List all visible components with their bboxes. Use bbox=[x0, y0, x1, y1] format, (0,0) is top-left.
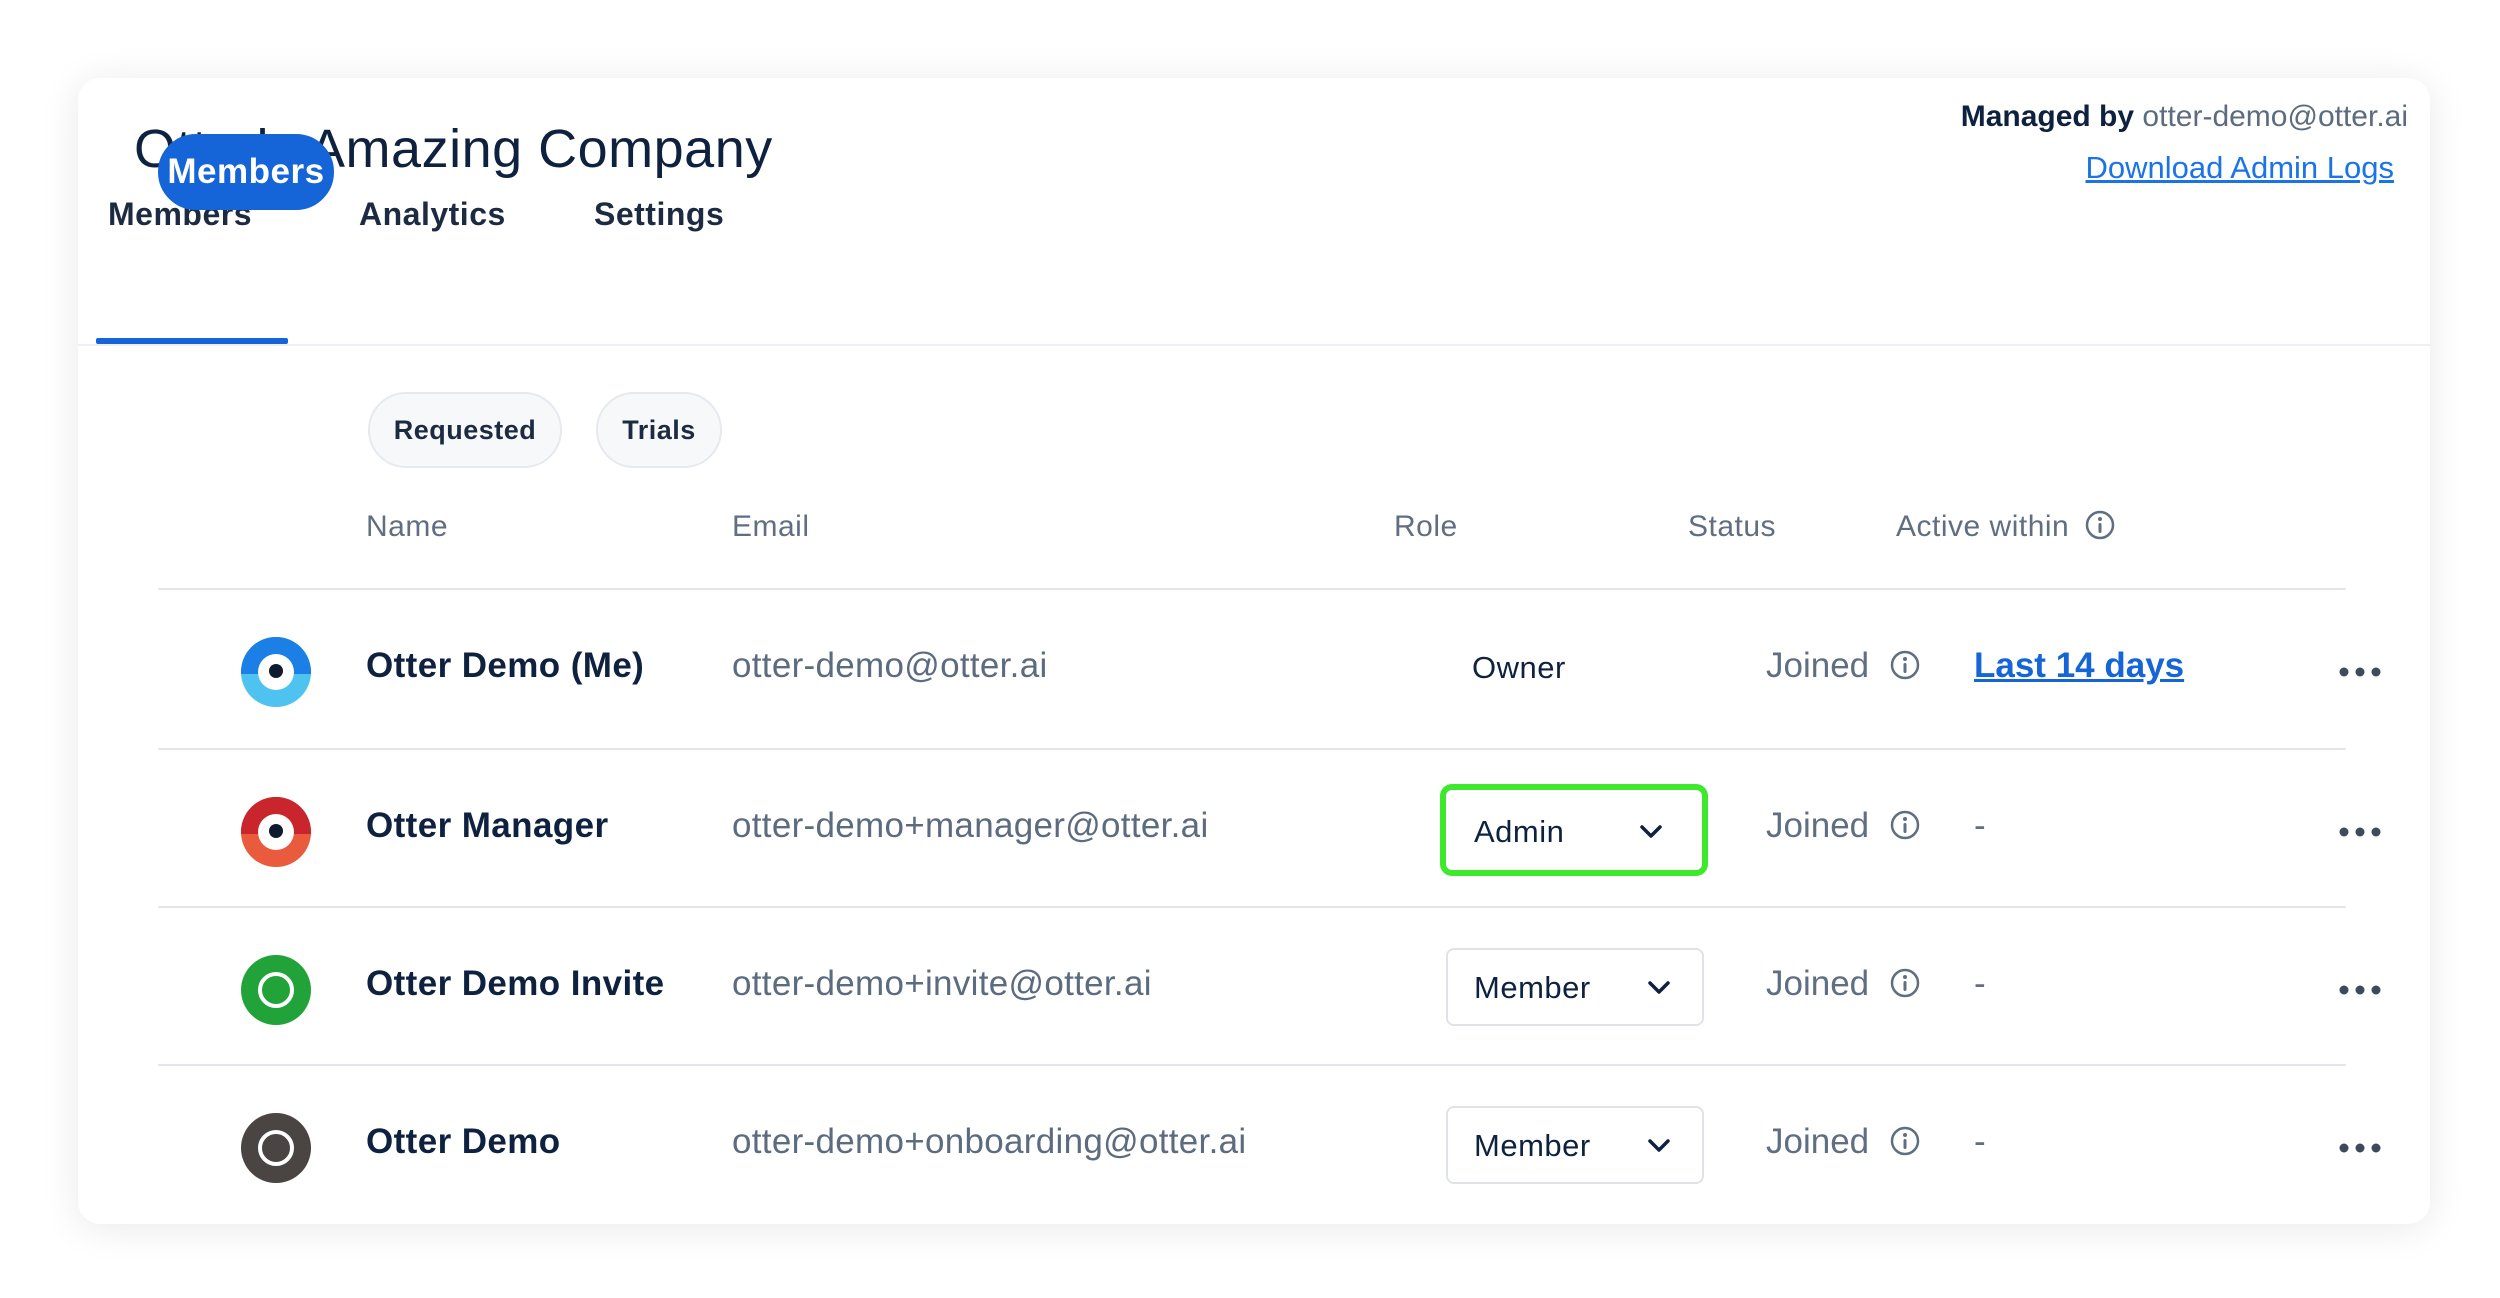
member-name: Otter Demo (Me) bbox=[366, 646, 645, 685]
filter-members-pill[interactable]: Members bbox=[158, 134, 334, 210]
role-dropdown[interactable]: Admin bbox=[1440, 784, 1708, 876]
member-name: Otter Manager bbox=[366, 806, 609, 845]
member-status-label: Joined bbox=[1766, 964, 1870, 1003]
member-role: Owner bbox=[1472, 650, 1566, 685]
active-tab-indicator bbox=[96, 338, 288, 344]
member-status: Joined bbox=[1766, 1122, 1921, 1162]
more-options-icon[interactable] bbox=[2336, 812, 2384, 852]
member-status-label: Joined bbox=[1766, 1122, 1870, 1161]
table-row: Otter Demo Invite otter-demo+invite@otte… bbox=[158, 908, 2381, 1066]
active-within-value: - bbox=[1974, 964, 1986, 1003]
table-row: Otter Manager otter-demo+manager@otter.a… bbox=[158, 750, 2381, 908]
table-row: Otter Demo otter-demo+onboarding@otter.a… bbox=[158, 1066, 2381, 1224]
role-dropdown-value: Member bbox=[1474, 1128, 1591, 1163]
tab-analytics-label: Analytics bbox=[359, 196, 506, 232]
more-options-icon[interactable] bbox=[2336, 652, 2384, 692]
column-header-role[interactable]: Role bbox=[1394, 510, 1458, 544]
column-header-name[interactable]: Name bbox=[366, 510, 448, 544]
blue-otter-avatar bbox=[241, 637, 311, 707]
member-email: otter-demo+manager@otter.ai bbox=[732, 806, 1209, 845]
info-icon[interactable] bbox=[1889, 649, 1921, 681]
download-admin-logs-link[interactable]: Download Admin Logs bbox=[2086, 150, 2394, 186]
active-within-label: Active within bbox=[1896, 510, 2070, 543]
member-name: Otter Demo bbox=[366, 1122, 561, 1161]
tab-settings-label: Settings bbox=[594, 196, 725, 232]
chevron-down-icon bbox=[1640, 825, 1662, 838]
green-ring-avatar bbox=[241, 955, 311, 1025]
organization-card: Otterly Amazing Company Managed by otter… bbox=[78, 78, 2430, 1224]
member-email: otter-demo+onboarding@otter.ai bbox=[732, 1122, 1247, 1161]
info-icon[interactable] bbox=[1889, 1125, 1921, 1157]
column-header-active-within[interactable]: Active within bbox=[1896, 510, 2116, 544]
tab-analytics[interactable]: Analytics bbox=[359, 196, 506, 233]
chevron-down-icon bbox=[1648, 981, 1670, 994]
member-status-label: Joined bbox=[1766, 806, 1870, 845]
filter-members-label: Members bbox=[167, 152, 325, 191]
active-within-link[interactable]: Last 14 days bbox=[1974, 646, 2184, 686]
active-within-value: - bbox=[1974, 1122, 1986, 1161]
filter-trials-pill[interactable]: Trials bbox=[596, 392, 722, 468]
role-dropdown[interactable]: Member bbox=[1446, 948, 1704, 1026]
chevron-down-icon bbox=[1648, 1139, 1670, 1152]
managed-by-label: Managed by bbox=[1960, 100, 2135, 133]
more-options-icon[interactable] bbox=[2336, 970, 2384, 1010]
column-header-email[interactable]: Email bbox=[732, 510, 810, 544]
info-icon[interactable] bbox=[1889, 967, 1921, 999]
member-email: otter-demo@otter.ai bbox=[732, 646, 1048, 685]
member-status: Joined bbox=[1766, 964, 1921, 1004]
info-icon[interactable] bbox=[1889, 809, 1921, 841]
member-email: otter-demo+invite@otter.ai bbox=[732, 964, 1152, 1003]
member-status-label: Joined bbox=[1766, 646, 1870, 685]
managed-by: Managed by otter-demo@otter.ai bbox=[1961, 100, 2408, 134]
tab-settings[interactable]: Settings bbox=[594, 196, 724, 233]
member-status: Joined bbox=[1766, 806, 1921, 846]
member-status: Joined bbox=[1766, 646, 1921, 686]
member-name: Otter Demo Invite bbox=[366, 964, 665, 1003]
table-row: Otter Demo (Me) otter-demo@otter.ai Owne… bbox=[158, 590, 2381, 748]
red-otter-avatar bbox=[241, 797, 311, 867]
info-icon[interactable] bbox=[2084, 509, 2116, 541]
more-options-icon[interactable] bbox=[2336, 1128, 2384, 1168]
role-dropdown-value: Admin bbox=[1474, 814, 1565, 849]
column-header-status[interactable]: Status bbox=[1688, 510, 1776, 544]
role-dropdown-value: Member bbox=[1474, 970, 1591, 1005]
active-within-value: - bbox=[1974, 806, 1986, 845]
dark-ring-avatar bbox=[241, 1113, 311, 1183]
tab-divider bbox=[78, 344, 2430, 346]
managed-by-email: otter-demo@otter.ai bbox=[2142, 100, 2408, 133]
filter-requested-label: Requested bbox=[393, 414, 537, 445]
role-dropdown[interactable]: Member bbox=[1446, 1106, 1704, 1184]
filter-trials-label: Trials bbox=[622, 414, 696, 445]
filter-requested-pill[interactable]: Requested bbox=[368, 392, 562, 468]
